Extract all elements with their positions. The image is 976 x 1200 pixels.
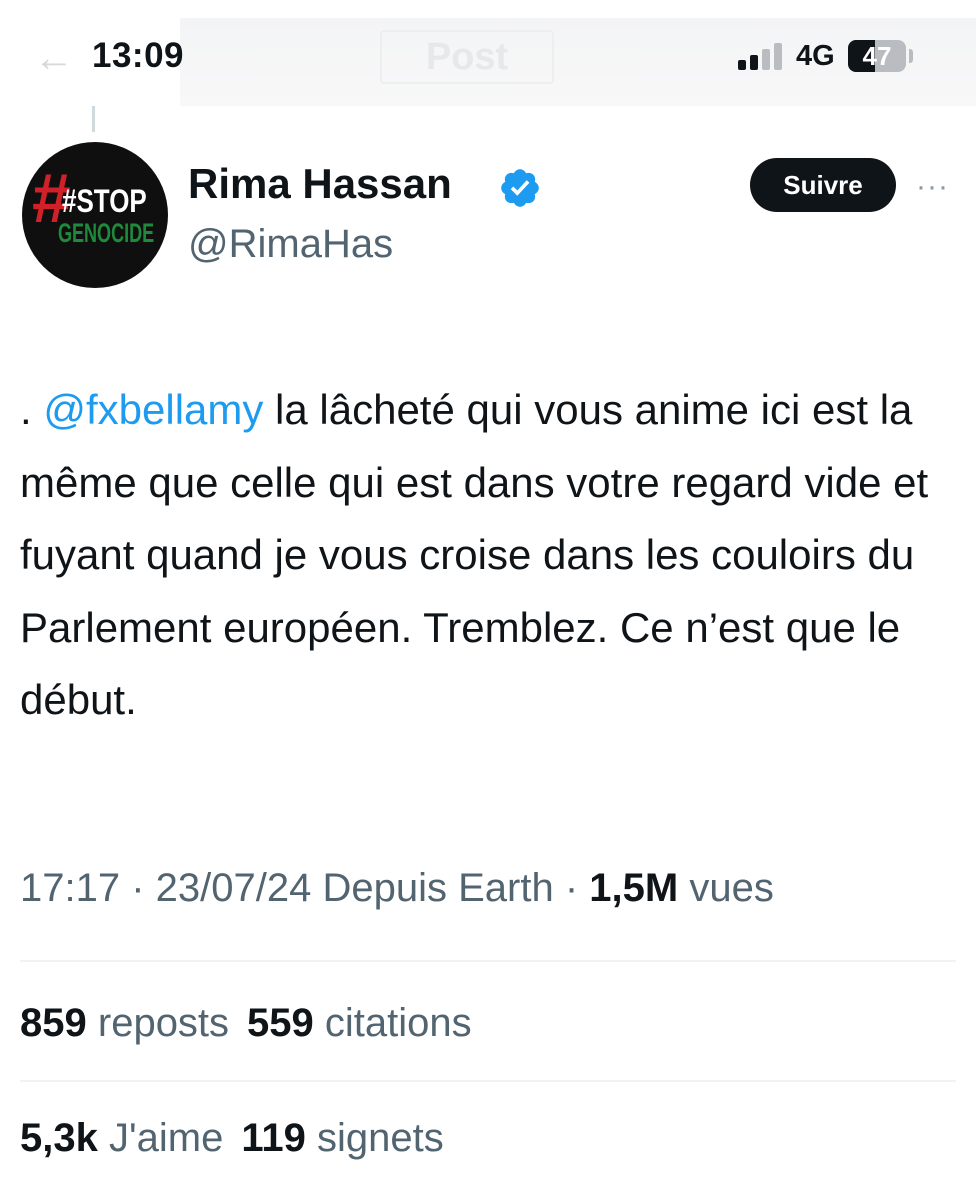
follow-button[interactable]: Suivre	[750, 158, 896, 212]
avatar-text-stop: #STOP	[62, 183, 147, 219]
reposts-stat[interactable]: 859 reposts	[20, 1001, 229, 1045]
divider	[20, 960, 956, 962]
bookmarks-stat[interactable]: 119 signets	[241, 1116, 443, 1160]
tweet-meta: 17:17 · 23/07/24 Depuis Earth · 1,5M vue…	[20, 866, 774, 910]
quotes-label: citations	[324, 1001, 472, 1045]
verified-badge-icon	[501, 169, 539, 207]
avatar-text-genocide: GENOCIDE	[58, 219, 154, 248]
thread-line	[92, 106, 95, 132]
views-label: vues	[689, 866, 774, 910]
back-arrow-icon[interactable]: ←	[34, 36, 74, 81]
divider	[20, 1080, 956, 1082]
likes-count: 5,3k	[20, 1116, 98, 1160]
mention-link[interactable]: @fxbellamy	[43, 386, 263, 433]
battery-cap	[909, 49, 913, 63]
user-handle[interactable]: @RimaHas	[188, 222, 393, 267]
header-title: Post	[380, 30, 554, 84]
quotes-count: 559	[247, 1001, 314, 1045]
tweet-date[interactable]: 23/07/24	[156, 866, 312, 910]
reposts-count: 859	[20, 1001, 87, 1045]
likes-stat[interactable]: 5,3k J'aime	[20, 1116, 223, 1160]
more-options-icon[interactable]: ···	[916, 170, 949, 204]
avatar[interactable]: # #STOP GENOCIDE	[22, 142, 168, 288]
quotes-stat[interactable]: 559 citations	[247, 1001, 472, 1045]
bookmarks-count: 119	[241, 1116, 306, 1160]
views-count: 1,5M	[589, 866, 679, 910]
status-bar: ← Post 13:09 4G 47	[0, 0, 976, 108]
stats-row-reposts: 859 reposts 559 citations	[20, 1001, 490, 1046]
tweet-time[interactable]: 17:17	[20, 866, 120, 910]
tweet-body: la lâcheté qui vous anime ici est la mêm…	[20, 386, 929, 723]
tweet-text: . @fxbellamy la lâcheté qui vous anime i…	[20, 374, 960, 737]
stats-row-likes: 5,3k J'aime 119 signets	[20, 1116, 462, 1161]
reposts-label: reposts	[97, 1001, 230, 1045]
display-name[interactable]: Rima Hassan	[188, 160, 452, 208]
battery-percent: 47	[862, 41, 892, 71]
battery-icon: 47	[848, 40, 906, 72]
signal-strength-icon	[738, 42, 786, 70]
status-time: 13:09	[92, 36, 185, 75]
tweet-source: Depuis Earth	[322, 866, 554, 910]
tweet-prefix: .	[20, 386, 44, 433]
bookmarks-label: signets	[316, 1116, 444, 1160]
network-type: 4G	[796, 40, 835, 72]
likes-label: J'aime	[108, 1116, 224, 1160]
